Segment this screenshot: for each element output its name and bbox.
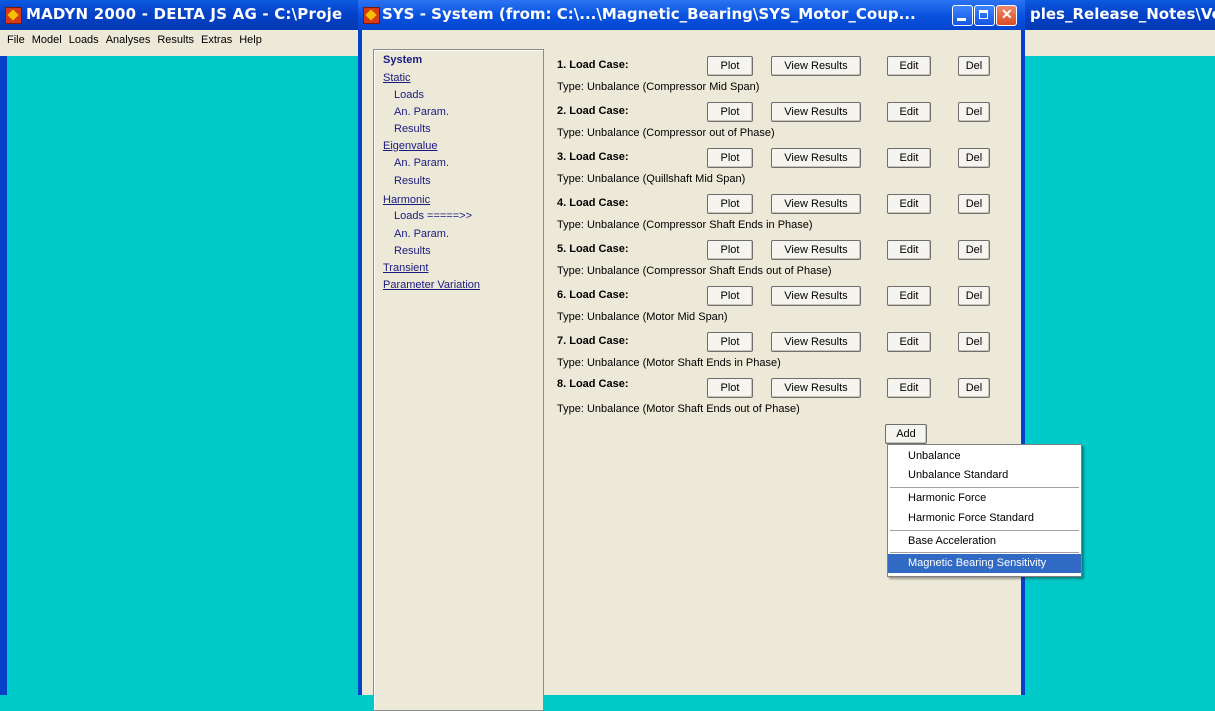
dialog-titlebar[interactable]: SYS - System (from: C:\...\Magnetic_Bear… — [358, 0, 1025, 30]
nav-system[interactable]: System — [383, 54, 422, 66]
view-results-button[interactable]: View Results — [771, 332, 861, 352]
nav-eigenvalue[interactable]: Eigenvalue — [383, 140, 437, 152]
view-results-button[interactable]: View Results — [771, 240, 861, 260]
load-case-type: Type: Unbalance (Compressor out of Phase… — [557, 127, 775, 139]
main-window-left-border — [0, 56, 7, 695]
nav-static[interactable]: Static — [383, 72, 411, 84]
load-case-type: Type: Unbalance (Compressor Mid Span) — [557, 81, 760, 93]
nav-parameter-variation[interactable]: Parameter Variation — [383, 279, 480, 291]
nav-harmonic-results[interactable]: Results — [394, 245, 431, 257]
menu-item-unbalance-standard[interactable]: Unbalance Standard — [888, 466, 1081, 485]
menu-help[interactable]: Help — [239, 30, 262, 50]
edit-button[interactable]: Edit — [887, 286, 931, 306]
nav-eigen-anparam[interactable]: An. Param. — [394, 157, 449, 169]
load-case-label: 6. Load Case: — [557, 289, 629, 301]
load-case-type: Type: Unbalance (Quillshaft Mid Span) — [557, 173, 746, 185]
nav-static-loads[interactable]: Loads — [394, 89, 424, 101]
dialog-body: System Static Loads An. Param. Results E… — [362, 30, 1021, 711]
edit-button[interactable]: Edit — [887, 240, 931, 260]
view-results-button[interactable]: View Results — [771, 286, 861, 306]
load-case-type: Type: Unbalance (Motor Shaft Ends in Pha… — [557, 357, 781, 369]
menu-model[interactable]: Model — [32, 30, 62, 50]
delete-button[interactable]: Del — [958, 286, 990, 306]
edit-button[interactable]: Edit — [887, 102, 931, 122]
minimize-button[interactable] — [952, 5, 973, 26]
delete-button[interactable]: Del — [958, 378, 990, 398]
nav-harmonic[interactable]: Harmonic — [383, 194, 430, 206]
load-case-type: Type: Unbalance (Compressor Shaft Ends i… — [557, 219, 813, 231]
plot-button[interactable]: Plot — [707, 148, 753, 168]
dialog-app-icon — [363, 7, 380, 24]
menu-item-magnetic-bearing-sensitivity[interactable]: Magnetic Bearing Sensitivity — [888, 554, 1081, 573]
dialog-title: SYS - System (from: C:\...\Magnetic_Bear… — [382, 5, 916, 23]
app-icon — [5, 7, 22, 24]
delete-button[interactable]: Del — [958, 332, 990, 352]
nav-eigen-results[interactable]: Results — [394, 175, 431, 187]
menu-item-base-acceleration[interactable]: Base Acceleration — [888, 532, 1081, 551]
plot-button[interactable]: Plot — [707, 102, 753, 122]
edit-button[interactable]: Edit — [887, 56, 931, 76]
plot-button[interactable]: Plot — [707, 378, 753, 398]
plot-button[interactable]: Plot — [707, 240, 753, 260]
view-results-button[interactable]: View Results — [771, 194, 861, 214]
load-case-label: 7. Load Case: — [557, 335, 629, 347]
delete-button[interactable]: Del — [958, 56, 990, 76]
system-dialog: SYS - System (from: C:\...\Magnetic_Bear… — [358, 0, 1025, 711]
menu-extras[interactable]: Extras — [201, 30, 232, 50]
delete-button[interactable]: Del — [958, 240, 990, 260]
menu-analyses[interactable]: Analyses — [106, 30, 151, 50]
nav-harmonic-anparam[interactable]: An. Param. — [394, 228, 449, 240]
plot-button[interactable]: Plot — [707, 286, 753, 306]
load-case-label: 8. Load Case: — [557, 378, 629, 390]
load-case-label: 1. Load Case: — [557, 59, 629, 71]
plot-button[interactable]: Plot — [707, 56, 753, 76]
menu-item-harmonic-force-standard[interactable]: Harmonic Force Standard — [888, 509, 1081, 528]
nav-harmonic-loads[interactable]: Loads =====>> — [394, 210, 472, 222]
view-results-button[interactable]: View Results — [771, 102, 861, 122]
maximize-icon — [979, 10, 988, 19]
edit-button[interactable]: Edit — [887, 332, 931, 352]
menu-separator — [890, 487, 1079, 488]
load-case-type: Type: Unbalance (Compressor Shaft Ends o… — [557, 265, 832, 277]
nav-transient[interactable]: Transient — [383, 262, 428, 274]
nav-static-anparam[interactable]: An. Param. — [394, 106, 449, 118]
main-window-title-tail: ples_Release_Notes\Ve — [1030, 5, 1215, 23]
menu-file[interactable]: File — [7, 30, 25, 50]
minimize-icon — [957, 18, 966, 21]
load-case-label: 2. Load Case: — [557, 105, 629, 117]
menu-item-harmonic-force[interactable]: Harmonic Force — [888, 489, 1081, 508]
delete-button[interactable]: Del — [958, 102, 990, 122]
view-results-button[interactable]: View Results — [771, 56, 861, 76]
close-button[interactable]: ✕ — [996, 5, 1017, 26]
close-icon: ✕ — [1001, 6, 1013, 22]
menu-separator — [890, 530, 1079, 531]
add-button[interactable]: Add — [885, 424, 927, 444]
plot-button[interactable]: Plot — [707, 194, 753, 214]
load-case-type: Type: Unbalance (Motor Shaft Ends out of… — [557, 403, 800, 415]
plot-button[interactable]: Plot — [707, 332, 753, 352]
load-case-label: 3. Load Case: — [557, 151, 629, 163]
maximize-button[interactable] — [974, 5, 995, 26]
edit-button[interactable]: Edit — [887, 378, 931, 398]
analysis-nav-panel: System Static Loads An. Param. Results E… — [373, 49, 544, 711]
load-case-type: Type: Unbalance (Motor Mid Span) — [557, 311, 728, 323]
menu-item-unbalance[interactable]: Unbalance — [888, 447, 1081, 466]
view-results-button[interactable]: View Results — [771, 378, 861, 398]
edit-button[interactable]: Edit — [887, 148, 931, 168]
nav-static-results[interactable]: Results — [394, 123, 431, 135]
delete-button[interactable]: Del — [958, 194, 990, 214]
edit-button[interactable]: Edit — [887, 194, 931, 214]
menu-loads[interactable]: Loads — [69, 30, 99, 50]
add-load-menu: Unbalance Unbalance Standard Harmonic Fo… — [887, 444, 1082, 577]
view-results-button[interactable]: View Results — [771, 148, 861, 168]
load-case-label: 5. Load Case: — [557, 243, 629, 255]
load-case-label: 4. Load Case: — [557, 197, 629, 209]
menu-separator — [890, 552, 1079, 553]
menu-results[interactable]: Results — [157, 30, 194, 50]
delete-button[interactable]: Del — [958, 148, 990, 168]
main-window-title: MADYN 2000 - DELTA JS AG - C:\Proje — [26, 5, 343, 23]
